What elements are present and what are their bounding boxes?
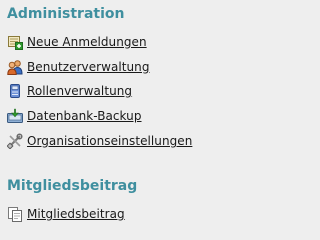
nav-item-neue-anmeldungen[interactable]: Neue Anmeldungen [7,33,147,51]
database-backup-icon [7,108,23,124]
nav-item-organisationseinstellungen[interactable]: Organisationseinstellungen [6,132,193,150]
admin-sidebar-panel: Administration Neue Anmeldungen Benutzer… [0,0,232,238]
documents-icon [7,206,23,222]
nav-item-label: Mitgliedsbeitrag [27,207,125,221]
nav-item-datenbank-backup[interactable]: Datenbank-Backup [7,107,142,125]
section-title-mitgliedsbeitrag: Mitgliedsbeitrag [7,178,138,194]
nav-item-label: Rollenverwaltung [27,84,133,98]
nav-item-label: Neue Anmeldungen [27,35,147,49]
nav-item-label: Organisationseinstellungen [27,134,193,148]
tools-icon [6,133,23,150]
section-title-administration: Administration [7,6,125,22]
nav-item-label: Benutzerverwaltung [27,60,150,74]
nav-item-rollenverwaltung[interactable]: Rollenverwaltung [7,82,132,100]
nav-item-mitgliedsbeitrag[interactable]: Mitgliedsbeitrag [7,205,125,223]
nav-item-label: Datenbank-Backup [27,109,142,123]
role-icon [7,83,23,99]
nav-item-benutzerverwaltung[interactable]: Benutzerverwaltung [7,58,150,76]
users-icon [7,59,23,75]
add-user-icon [7,34,23,50]
